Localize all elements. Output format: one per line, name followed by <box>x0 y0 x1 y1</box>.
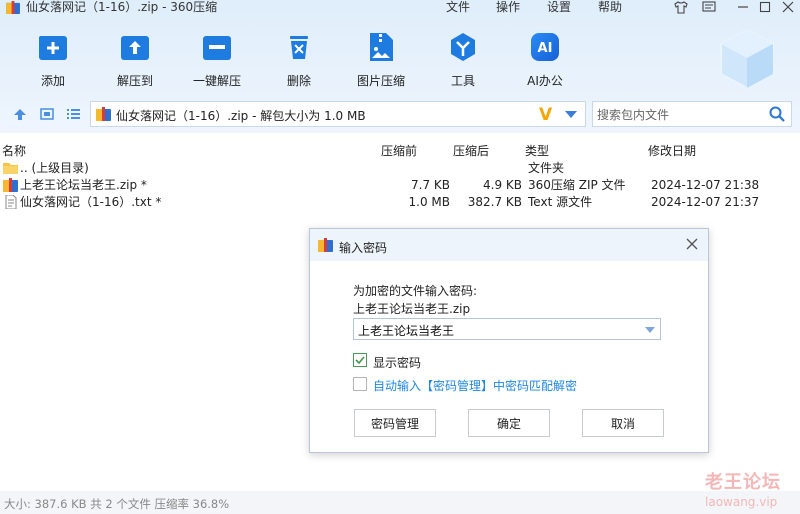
row-modified: 2024-12-07 21:38 <box>651 178 760 192</box>
watermark-url-overlay: laowang.vip <box>705 495 778 509</box>
search-icon[interactable] <box>769 106 785 122</box>
dialog-title: 输入密码 <box>339 241 388 255</box>
search-input[interactable] <box>595 105 764 125</box>
menu-file[interactable]: 文件 <box>446 0 470 14</box>
extract-to-icon <box>118 30 152 64</box>
search-box <box>592 101 792 127</box>
list-view-icon[interactable] <box>64 105 82 123</box>
address-dropdown-icon[interactable] <box>565 111 577 118</box>
zip-file-icon <box>96 107 111 121</box>
extract-to-button[interactable]: 解压到 <box>105 30 165 89</box>
column-modified[interactable]: 修改日期 <box>648 142 696 159</box>
row-after: 4.9 KB <box>483 178 522 192</box>
column-after[interactable]: 压缩后 <box>453 142 489 159</box>
table-row[interactable]: 上老王论坛当老王.zip * 7.7 KB 4.9 KB 360压缩 ZIP 文… <box>0 177 800 194</box>
one-click-extract-icon <box>200 30 234 64</box>
tools-button[interactable]: 工具 <box>433 30 493 89</box>
row-type: Text 源文件 <box>528 195 593 209</box>
folder-icon <box>3 163 18 174</box>
add-button[interactable]: 添加 <box>23 30 83 89</box>
zip-file-icon <box>3 178 18 192</box>
delete-button[interactable]: 删除 <box>269 30 329 89</box>
one-click-extract-button[interactable]: 一键解压 <box>187 30 247 89</box>
column-name[interactable]: 名称 <box>2 142 26 159</box>
up-level-icon[interactable] <box>11 105 29 123</box>
title-bar: 仙女落网记（1-16）.zip - 360压缩 文件 操作 设置 帮助 <box>0 0 800 16</box>
show-password-label[interactable]: 显示密码 <box>373 354 421 371</box>
delete-icon <box>282 30 316 64</box>
menu-help[interactable]: 帮助 <box>598 0 622 14</box>
zip-app-icon <box>318 238 333 252</box>
auto-password-link[interactable]: 自动输入【密码管理】中密码匹配解密 <box>373 377 577 394</box>
zip-app-icon <box>6 1 20 14</box>
chevron-down-icon[interactable] <box>645 327 655 333</box>
row-before: 1.0 MB <box>408 195 450 209</box>
ai-office-button[interactable]: AI AI办公 <box>515 30 575 89</box>
v-brand-icon[interactable]: V <box>539 105 552 125</box>
maximize-icon[interactable] <box>757 0 773 14</box>
password-input[interactable]: 上老王论坛当老王 <box>358 322 454 339</box>
add-icon <box>36 30 70 64</box>
address-path: 仙女落网记（1-16）.zip - 解包大小为 1.0 MB <box>116 109 366 123</box>
dialog-filename: 上老王论坛当老王.zip <box>353 302 471 316</box>
delete-label: 删除 <box>286 74 311 88</box>
address-bar[interactable]: 仙女落网记（1-16）.zip - 解包大小为 1.0 MB V <box>90 101 586 127</box>
top-panel: 仙女落网记（1-16）.zip - 360压缩 文件 操作 设置 帮助 添加 解… <box>0 0 800 133</box>
image-compress-icon <box>364 30 398 64</box>
status-bar: 大小: 387.6 KB 共 2 个文件 压缩率 36.8% <box>0 491 800 514</box>
status-text: 大小: 387.6 KB 共 2 个文件 压缩率 36.8% <box>4 497 230 511</box>
row-name: 上老王论坛当老王.zip * <box>20 178 147 192</box>
checkmark-icon <box>355 356 365 365</box>
window-title: 仙女落网记（1-16）.zip - 360压缩 <box>26 0 218 14</box>
text-file-icon <box>5 195 17 209</box>
table-row[interactable]: .. (上级目录) 文件夹 <box>0 160 800 177</box>
password-combobox[interactable]: 上老王论坛当老王 <box>353 318 661 340</box>
column-type[interactable]: 类型 <box>525 142 549 159</box>
minimize-icon[interactable] <box>735 0 751 14</box>
dialog-prompt: 为加密的文件输入密码: <box>353 284 478 298</box>
thumbnail-view-icon[interactable] <box>38 105 56 123</box>
password-manage-button[interactable]: 密码管理 <box>354 409 436 437</box>
row-type: 360压缩 ZIP 文件 <box>528 178 626 192</box>
feedback-icon[interactable] <box>701 0 717 14</box>
row-before: 7.7 KB <box>411 178 450 192</box>
dialog-close-icon[interactable] <box>685 237 699 251</box>
row-name: 仙女落网记（1-16）.txt * <box>20 195 162 209</box>
svg-text:AI: AI <box>538 41 553 56</box>
auto-password-checkbox[interactable] <box>353 377 367 391</box>
show-password-checkbox[interactable] <box>353 353 367 367</box>
ai-office-icon: AI <box>528 30 562 64</box>
image-compress-label: 图片压缩 <box>356 74 405 88</box>
skin-icon[interactable] <box>673 0 689 14</box>
image-compress-button[interactable]: 图片压缩 <box>351 30 411 89</box>
ok-button[interactable]: 确定 <box>468 409 550 437</box>
row-name: .. (上级目录) <box>20 161 89 175</box>
close-icon[interactable] <box>780 0 796 14</box>
one-click-extract-label: 一键解压 <box>192 74 241 88</box>
row-type: 文件夹 <box>528 161 565 175</box>
menu-operation[interactable]: 操作 <box>496 0 520 14</box>
extract-to-label: 解压到 <box>116 74 153 88</box>
menu-settings[interactable]: 设置 <box>547 0 571 14</box>
row-after: 382.7 KB <box>467 195 522 209</box>
password-dialog: 输入密码 为加密的文件输入密码: 上老王论坛当老王.zip 上老王论坛当老王 显… <box>309 228 709 453</box>
tools-icon <box>446 30 480 64</box>
tools-label: 工具 <box>450 74 475 88</box>
ai-office-label: AI办公 <box>527 74 563 88</box>
add-label: 添加 <box>40 74 65 88</box>
cube-logo-icon <box>720 28 774 90</box>
column-before[interactable]: 压缩前 <box>381 142 417 159</box>
dialog-title-bar: 输入密码 <box>310 229 708 261</box>
row-modified: 2024-12-07 21:37 <box>651 195 760 209</box>
cancel-button[interactable]: 取消 <box>582 409 664 437</box>
table-row[interactable]: 仙女落网记（1-16）.txt * 1.0 MB 382.7 KB Text 源… <box>0 194 800 211</box>
